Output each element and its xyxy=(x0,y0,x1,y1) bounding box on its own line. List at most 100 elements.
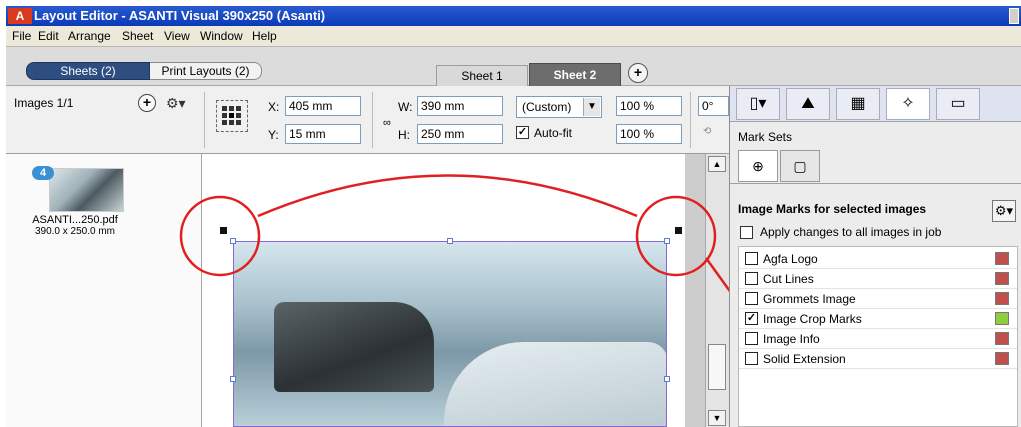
width-input[interactable]: 390 mm xyxy=(417,96,503,116)
rotation-input[interactable]: 0° xyxy=(698,96,729,116)
mark-checkbox[interactable] xyxy=(745,252,758,265)
toolbar-divider xyxy=(204,92,205,148)
toolbar-divider xyxy=(372,92,373,148)
app-logo-icon: A xyxy=(8,8,32,24)
mark-label: Image Crop Marks xyxy=(763,312,862,326)
mark-status-icon xyxy=(995,272,1009,285)
menu-bar: File Edit Arrange Sheet View Window Help xyxy=(6,26,1021,46)
add-image-button[interactable]: + xyxy=(138,94,156,112)
sheets-segment-button[interactable]: Sheets (2) xyxy=(26,62,150,80)
gear-icon[interactable]: ⚙▾ xyxy=(992,200,1016,222)
rotate-icon[interactable]: ⟲ xyxy=(703,126,721,140)
mark-label: Image Info xyxy=(763,332,820,346)
autofit-checkbox[interactable]: ✓ xyxy=(516,126,529,139)
height-input[interactable]: 250 mm xyxy=(417,124,503,144)
anchor-point-icon[interactable] xyxy=(216,100,248,132)
mark-checkbox[interactable] xyxy=(745,332,758,345)
mark-checkbox[interactable]: ✓ xyxy=(745,312,758,325)
panel-tab-bar: ▯▾ ⛰ ▦ ✧ ▭ xyxy=(730,86,1021,122)
selection-handle[interactable] xyxy=(447,238,453,244)
tab-image-marks-icon[interactable]: ⊕ xyxy=(738,150,778,182)
gear-icon[interactable]: ⚙▾ xyxy=(166,94,192,112)
apply-all-checkbox[interactable] xyxy=(740,226,753,239)
size-preset-value: (Custom) xyxy=(522,100,572,114)
selection-handle[interactable] xyxy=(230,238,236,244)
mark-checkbox[interactable] xyxy=(745,352,758,365)
y-position-input[interactable]: 15 mm xyxy=(285,124,361,144)
mark-label: Grommets Image xyxy=(763,292,856,306)
title-bar: A Layout Editor - ASANTI Visual 390x250 … xyxy=(6,6,1021,26)
scroll-up-arrow[interactable]: ▲ xyxy=(708,156,726,172)
tab-sheet-marks-icon[interactable]: ▢ xyxy=(780,150,820,182)
print-layouts-segment-button[interactable]: Print Layouts (2) xyxy=(150,62,262,80)
placed-image[interactable] xyxy=(233,241,667,427)
mark-sets-subtabs: ⊕ ▢ xyxy=(730,148,1021,184)
sheets-tab-bar: Sheets (2) Print Layouts (2) Sheet 1 She… xyxy=(6,46,1021,87)
toolbar-divider xyxy=(690,92,691,148)
mark-status-icon xyxy=(995,292,1009,305)
marks-panel: ▯▾ ⛰ ▦ ✧ ▭ Mark Sets ⊕ ▢ Image Marks for… xyxy=(729,86,1021,427)
tab-color-icon[interactable]: ▦ xyxy=(836,88,880,120)
menu-arrange[interactable]: Arrange xyxy=(68,29,111,43)
tab-sheet-2[interactable]: Sheet 2 xyxy=(529,63,621,87)
scroll-down-arrow[interactable]: ▼ xyxy=(708,410,726,426)
size-preset-select[interactable]: (Custom) ▼ xyxy=(516,96,602,118)
menu-file[interactable]: File xyxy=(12,29,31,43)
tab-sheet-1[interactable]: Sheet 1 xyxy=(436,65,528,86)
thumbnail-filename: ASANTI...250.pdf xyxy=(32,214,118,226)
canvas-margin xyxy=(685,154,705,427)
scale-y-input[interactable]: 100 % xyxy=(616,124,682,144)
image-toolbar: Images 1/1 + ⚙▾ X: 405 mm Y: 15 mm ∞ W: … xyxy=(6,86,729,154)
autofit-label: Auto-fit xyxy=(534,126,573,140)
y-label: Y: xyxy=(268,128,279,142)
minimize-button[interactable] xyxy=(1009,8,1019,24)
menu-window[interactable]: Window xyxy=(200,29,243,43)
usage-count-badge: 4 xyxy=(32,166,54,180)
list-item[interactable]: Image Info xyxy=(739,329,1017,349)
menu-view[interactable]: View xyxy=(164,29,190,43)
mark-checkbox[interactable] xyxy=(745,272,758,285)
scrollbar-thumb[interactable] xyxy=(708,344,726,390)
mark-label: Solid Extension xyxy=(763,352,846,366)
tab-marks-icon[interactable]: ✧ xyxy=(886,88,930,120)
crop-mark-top-left xyxy=(220,227,227,234)
section-title: Image Marks for selected images xyxy=(738,202,927,216)
menu-edit[interactable]: Edit xyxy=(38,29,59,43)
mark-status-icon xyxy=(995,352,1009,365)
w-label: W: xyxy=(398,100,413,114)
selection-handle[interactable] xyxy=(664,238,670,244)
tab-sheet-settings-icon[interactable]: ▯▾ xyxy=(736,88,780,120)
mark-checkbox[interactable] xyxy=(745,292,758,305)
selection-handle[interactable] xyxy=(664,376,670,382)
tab-layout-icon[interactable]: ▭ xyxy=(936,88,980,120)
image-thumbnail-panel: 4 ASANTI...250.pdf 390.0 x 250.0 mm xyxy=(6,154,202,427)
menu-sheet[interactable]: Sheet xyxy=(122,29,153,43)
mark-sets-label: Mark Sets xyxy=(738,130,793,144)
add-sheet-button[interactable]: + xyxy=(628,63,648,83)
mark-status-icon xyxy=(995,312,1009,325)
mark-status-icon xyxy=(995,332,1009,345)
crop-mark-top-right xyxy=(675,227,682,234)
chevron-down-icon[interactable]: ▼ xyxy=(583,98,600,116)
list-item[interactable]: Grommets Image xyxy=(739,289,1017,309)
mark-status-icon xyxy=(995,252,1009,265)
window-title: Layout Editor - ASANTI Visual 390x250 (A… xyxy=(34,8,326,23)
tab-image-icon[interactable]: ⛰ xyxy=(786,88,830,120)
list-item[interactable]: Solid Extension xyxy=(739,349,1017,369)
hand-graphic xyxy=(444,342,666,426)
x-position-input[interactable]: 405 mm xyxy=(285,96,361,116)
vertical-scrollbar[interactable]: ▲ ▼ xyxy=(705,154,729,427)
thumbnail-dimensions: 390.0 x 250.0 mm xyxy=(34,226,116,237)
selection-handle[interactable] xyxy=(230,376,236,382)
scale-x-input[interactable]: 100 % xyxy=(616,96,682,116)
list-item[interactable]: ✓ Image Crop Marks xyxy=(739,309,1017,329)
menu-help[interactable]: Help xyxy=(252,29,277,43)
image-marks-list: Agfa Logo Cut Lines Grommets Image ✓ Ima… xyxy=(738,246,1018,427)
apply-all-label: Apply changes to all images in job xyxy=(760,225,942,239)
list-item[interactable]: Agfa Logo xyxy=(739,249,1017,269)
h-label: H: xyxy=(398,128,410,142)
image-thumbnail[interactable] xyxy=(49,168,124,212)
x-label: X: xyxy=(268,100,280,114)
list-item[interactable]: Cut Lines xyxy=(739,269,1017,289)
link-proportions-icon[interactable]: ∞ xyxy=(383,118,397,129)
